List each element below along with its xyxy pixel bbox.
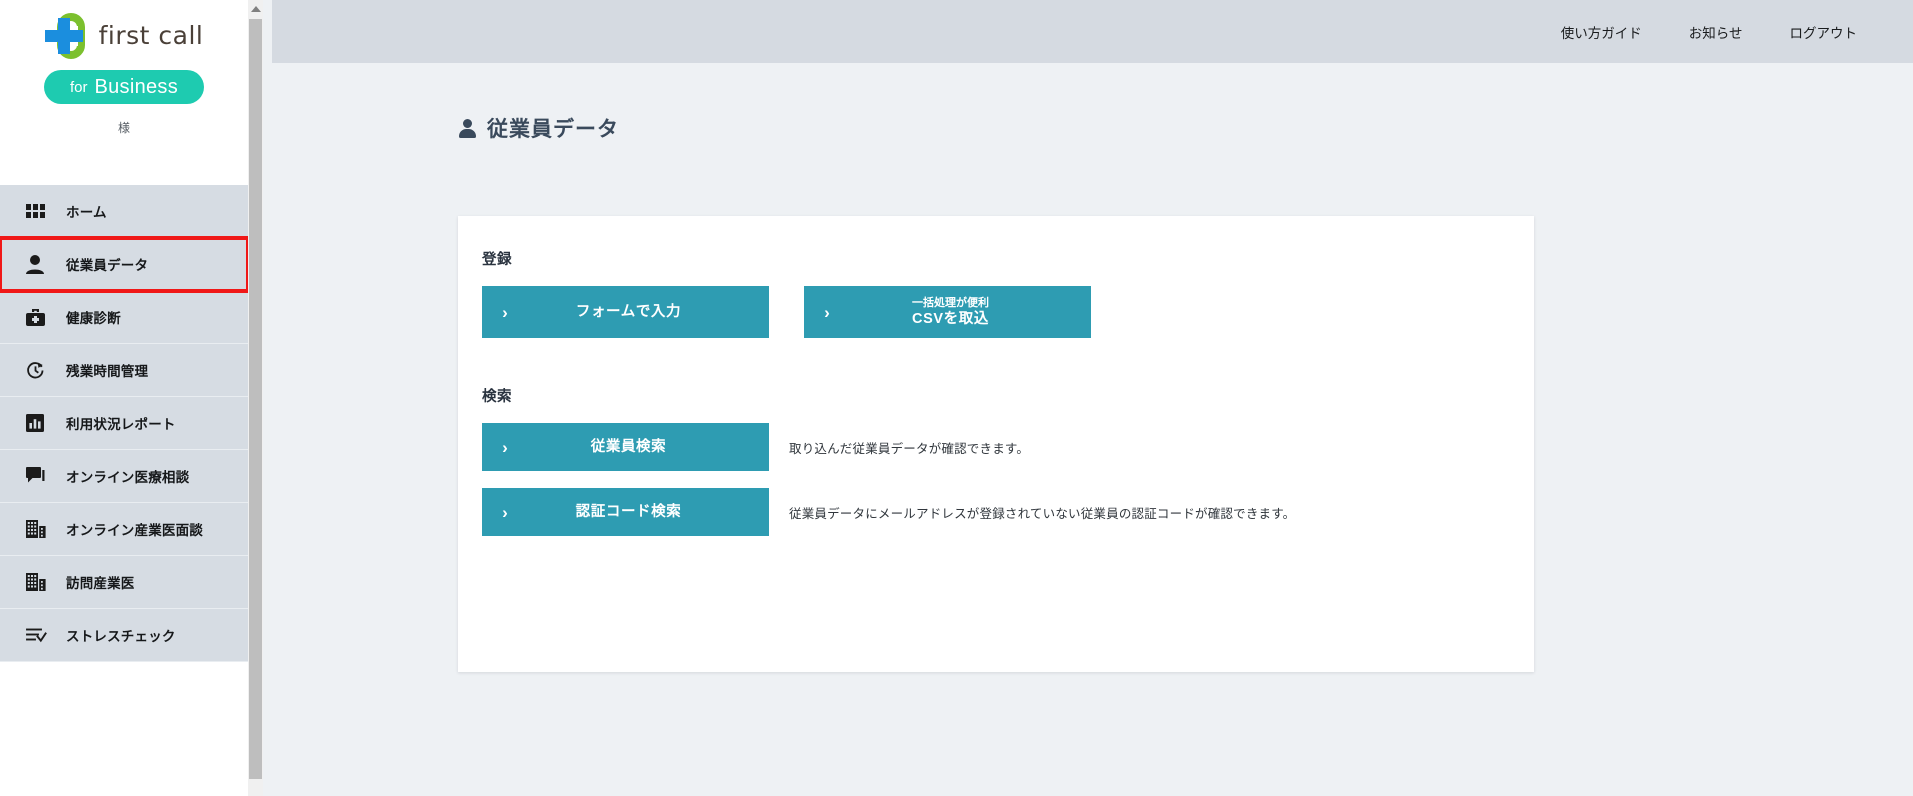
firstcall-cross-logo-icon [44,12,89,59]
logo-wordmark: first call [98,21,204,50]
chevron-right-icon: › [502,502,508,522]
chat-bubble-icon [26,465,52,487]
sidebar-item-label: ストレスチェック [66,629,176,644]
triangle-up-icon[interactable] [248,0,263,17]
form-input-button[interactable]: › フォームで入力 [482,286,769,338]
register-button-row: › フォームで入力 › 一括処理が便利 CSVを取込 [482,286,1510,338]
usage-guide-link[interactable]: 使い方ガイド [1561,22,1642,42]
sidebar-item-online-medical-consultation[interactable]: オンライン医療相談 [0,450,248,503]
employee-search-button[interactable]: › 従業員検索 [482,423,769,471]
sidebar-item-label: オンライン医療相談 [66,470,190,485]
sidebar-item-overtime-management[interactable]: 残業時間管理 [0,344,248,397]
badge-for-label: for [69,78,88,96]
auth-code-search-button[interactable]: › 認証コード検索 [482,488,769,536]
sidebar-item-online-occupational-physician-interview[interactable]: オンライン産業医面談 [0,503,248,556]
employee-data-card: 登録 › フォームで入力 › 一括処理が便利 CSVを取込 検索 › 従業員検索… [458,216,1534,672]
search-section-heading: 検索 [482,389,512,405]
sidebar-item-label: 訪問産業医 [66,576,135,591]
csv-import-button-sublabel: 一括処理が便利 [912,296,989,309]
business-badge-wrap: for Business [0,70,248,104]
sidebar-item-health-checkup[interactable]: 健康診断 [0,291,248,344]
chevron-right-icon: › [502,302,508,322]
main-content: 使い方ガイド お知らせ ログアウト 従業員データ 登録 › フォームで入力 › … [272,0,1913,796]
brand-block: first call for Business 様 [0,0,248,185]
account-name-suffix: 様 [117,121,130,135]
top-navigation-bar: 使い方ガイド お知らせ ログアウト [272,0,1913,63]
csv-import-button[interactable]: › 一括処理が便利 CSVを取込 [804,286,1091,338]
logout-link[interactable]: ログアウト [1790,22,1858,42]
sidebar-item-label: 従業員データ [66,258,149,273]
sidebar-scrollbar[interactable] [248,0,263,796]
grid-icon [26,200,52,222]
sidebar-item-label: 利用状況レポート [66,417,176,432]
badge-business-label: Business [94,75,179,98]
sidebar-item-usage-report[interactable]: 利用状況レポート [0,397,248,450]
clock-refresh-icon [26,359,52,381]
sidebar-item-label: ホーム [66,205,107,220]
employee-search-button-label: 従業員検索 [590,438,667,455]
register-section-heading: 登録 [482,252,512,268]
form-input-button-label: フォームで入力 [575,303,682,320]
auth-code-search-row: › 認証コード検索 従業員データにメールアドレスが登録されていない従業員の認証コ… [482,488,1510,536]
building-icon [26,571,52,593]
chevron-right-icon: › [502,437,508,457]
auth-code-search-button-label: 認証コード検索 [575,503,682,520]
sidebar-item-label: 残業時間管理 [66,364,149,379]
sidebar: first call for Business 様 ホーム 従業員データ 健康診… [0,0,248,796]
sidebar-item-home[interactable]: ホーム [0,185,248,238]
page-title: 従業員データ [458,113,1913,143]
csv-import-button-label: CSVを取込 [912,310,989,327]
scrollbar-thumb[interactable] [249,19,262,779]
sidebar-item-visiting-occupational-physician[interactable]: 訪問産業医 [0,556,248,609]
logo-row: first call [0,0,248,59]
sidebar-nav: ホーム 従業員データ 健康診断 残業時間管理 利用状況レポート オンライン医療相… [0,185,248,662]
employee-search-description: 取り込んだ従業員データが確認できます。 [789,441,1030,456]
medical-bag-icon [26,306,52,328]
notices-link[interactable]: お知らせ [1689,22,1743,42]
sidebar-item-stress-check[interactable]: ストレスチェック [0,609,248,662]
person-icon [458,118,477,138]
employee-search-row: › 従業員検索 取り込んだ従業員データが確認できます。 [482,423,1510,471]
auth-code-search-description: 従業員データにメールアドレスが登録されていない従業員の認証コードが確認できます。 [789,506,1296,521]
bar-chart-icon [26,412,52,434]
app-root: first call for Business 様 ホーム 従業員データ 健康診… [0,0,1913,796]
sidebar-item-label: オンライン産業医面談 [66,523,203,538]
checklist-icon [26,624,52,646]
page-title-text: 従業員データ [487,118,619,141]
sidebar-item-employee-data[interactable]: 従業員データ [0,236,248,293]
building-icon [26,518,52,540]
person-icon [26,253,52,275]
sidebar-item-label: 健康診断 [66,311,121,326]
chevron-right-icon: › [824,302,830,322]
for-business-badge: for Business [44,70,204,104]
